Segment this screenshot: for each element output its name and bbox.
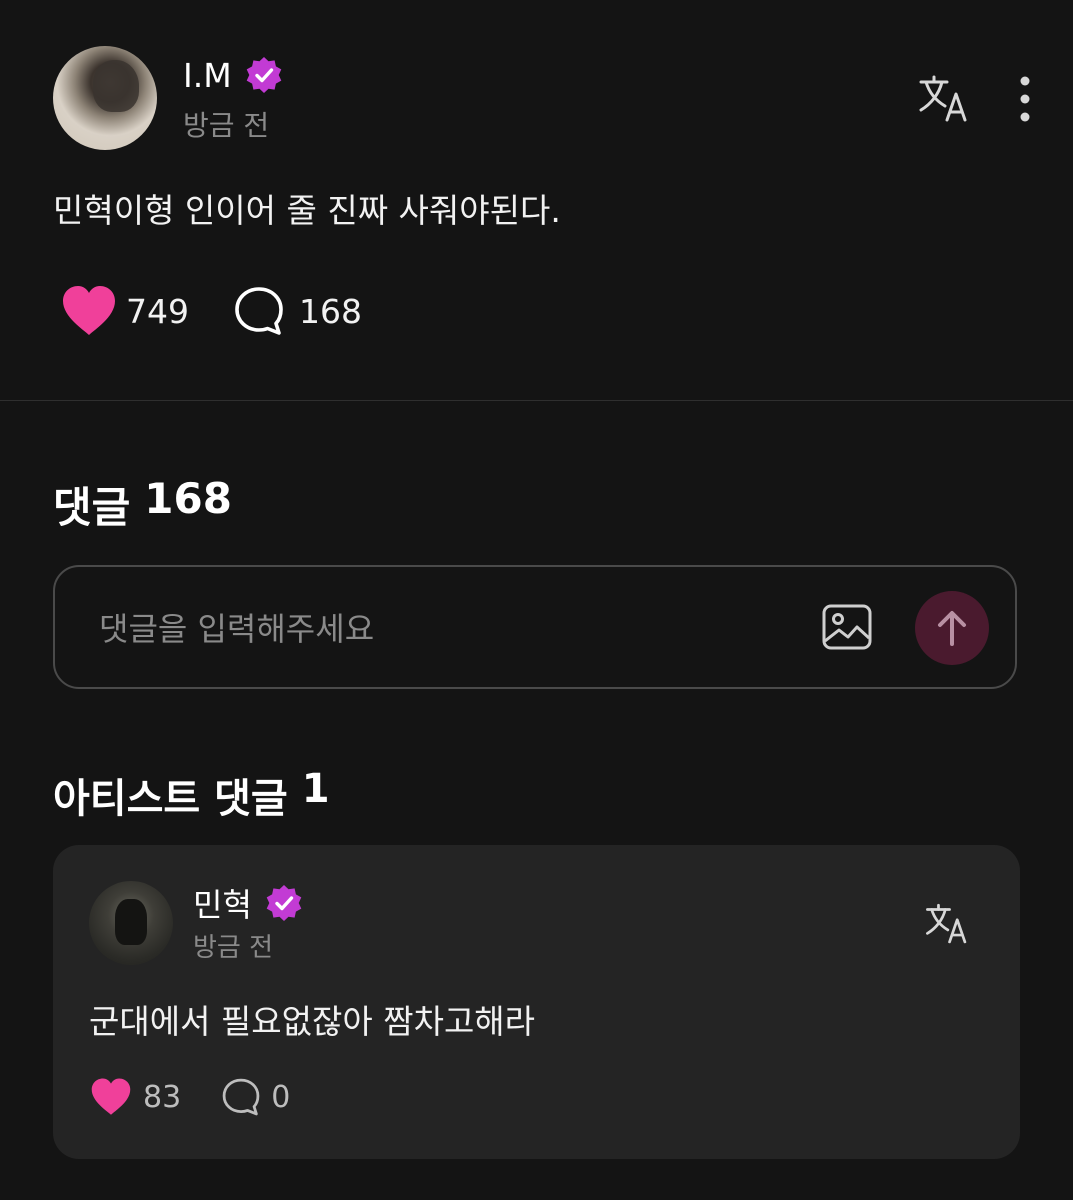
post-header-actions [917, 72, 1033, 126]
translate-icon[interactable] [917, 72, 971, 126]
artist-comment-card[interactable]: 민혁 방금 전 군대에서 필요없잖아 짬차고해라 83 0 [53, 845, 1020, 1159]
comment-like-button[interactable]: 83 [89, 1077, 181, 1117]
comment-button[interactable]: 168 [233, 285, 362, 337]
comment-meta: 민혁 방금 전 [193, 881, 304, 964]
comment-author-avatar[interactable] [89, 881, 173, 965]
post-time: 방금 전 [183, 109, 270, 142]
more-options-icon[interactable] [1017, 74, 1033, 124]
author-avatar[interactable] [53, 46, 157, 150]
post-stats: 749 168 [60, 284, 362, 338]
image-upload-icon[interactable] [821, 603, 873, 651]
comments-heading-label: 댓글 [53, 483, 131, 532]
post-text: 민혁이형 인이어 줄 진짜 사줘야된다. [53, 191, 561, 230]
comment-count: 168 [299, 291, 362, 331]
comment-text: 군대에서 필요없잖아 짬차고해라 [89, 1002, 536, 1041]
comment-author-name[interactable]: 민혁 [193, 880, 252, 926]
like-count: 749 [126, 291, 189, 331]
artist-comments-heading: 아티스트 댓글 1 [53, 766, 330, 824]
comment-time: 방금 전 [193, 933, 274, 963]
comment-input-box [53, 565, 1017, 689]
artist-comments-label: 아티스트 댓글 [53, 776, 288, 822]
comment-input[interactable] [97, 603, 781, 655]
translate-icon[interactable] [924, 901, 970, 947]
like-button[interactable]: 749 [60, 284, 189, 338]
heart-icon [63, 286, 115, 335]
heart-icon [91, 1078, 131, 1115]
author-name[interactable]: I.M [183, 56, 232, 95]
section-divider [0, 400, 1073, 401]
arrow-up-icon [938, 611, 966, 646]
post-meta: I.M 방금 전 [183, 52, 284, 144]
comment-bubble-icon [235, 287, 283, 335]
comment-like-count: 83 [143, 1079, 182, 1115]
comments-heading-count: 168 [144, 474, 232, 523]
comment-author-row: 민혁 [193, 881, 304, 925]
comment-stats: 83 0 [89, 1077, 290, 1117]
artist-comments-count: 1 [301, 766, 330, 812]
post-header: I.M 방금 전 [53, 46, 284, 150]
comment-bubble-icon [222, 1078, 260, 1116]
comments-heading: 댓글 168 [53, 474, 232, 535]
comment-reply-button[interactable]: 0 [221, 1077, 290, 1117]
author-name-row: I.M [183, 52, 284, 98]
verified-badge-icon [266, 885, 302, 921]
verified-badge-icon [246, 57, 282, 93]
send-button[interactable] [915, 591, 989, 665]
comment-reply-count: 0 [271, 1079, 291, 1115]
